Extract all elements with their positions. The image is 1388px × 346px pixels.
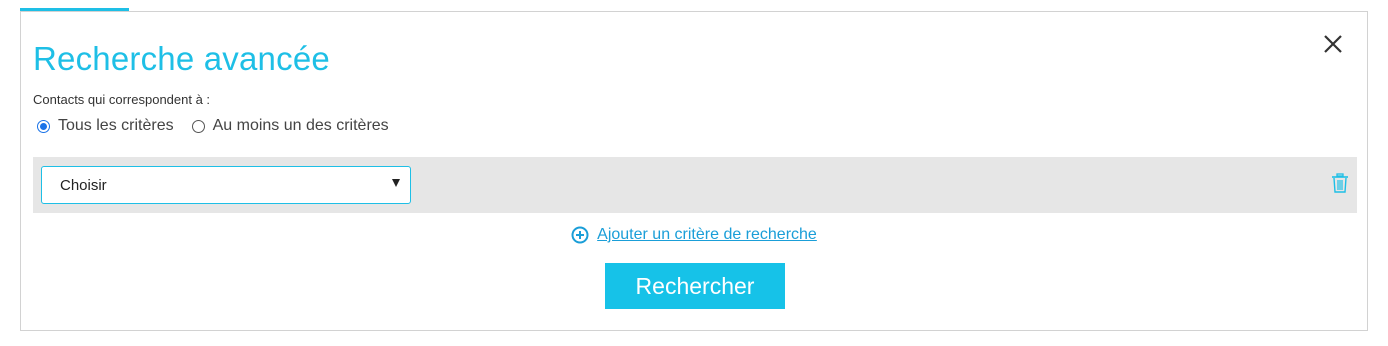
chevron-down-icon <box>392 179 400 187</box>
match-instruction: Contacts qui correspondent à : <box>33 92 211 107</box>
radio-any-criterion-label[interactable]: Au moins un des critères <box>213 117 389 135</box>
plus-circle-icon <box>571 226 589 244</box>
add-criterion-link[interactable]: Ajouter un critère de recherche <box>21 226 1367 244</box>
criterion-row: Choisir <box>33 157 1357 213</box>
search-button[interactable]: Rechercher <box>605 263 785 309</box>
close-icon[interactable] <box>1319 30 1347 58</box>
radio-all-criteria[interactable] <box>37 119 50 133</box>
radio-any-criterion[interactable] <box>191 119 205 133</box>
radio-all-criteria-label[interactable]: Tous les critères <box>58 117 174 135</box>
panel-title: Recherche avancée <box>33 40 330 77</box>
add-criterion-label[interactable]: Ajouter un critère de recherche <box>597 226 817 244</box>
match-mode-group: Tous les critères Au moins un des critèr… <box>37 117 407 135</box>
criterion-select[interactable]: Choisir <box>41 166 411 204</box>
trash-icon[interactable] <box>1331 173 1349 193</box>
advanced-search-panel: Recherche avancée Contacts qui correspon… <box>20 11 1368 331</box>
criterion-select-value: Choisir <box>60 177 107 194</box>
